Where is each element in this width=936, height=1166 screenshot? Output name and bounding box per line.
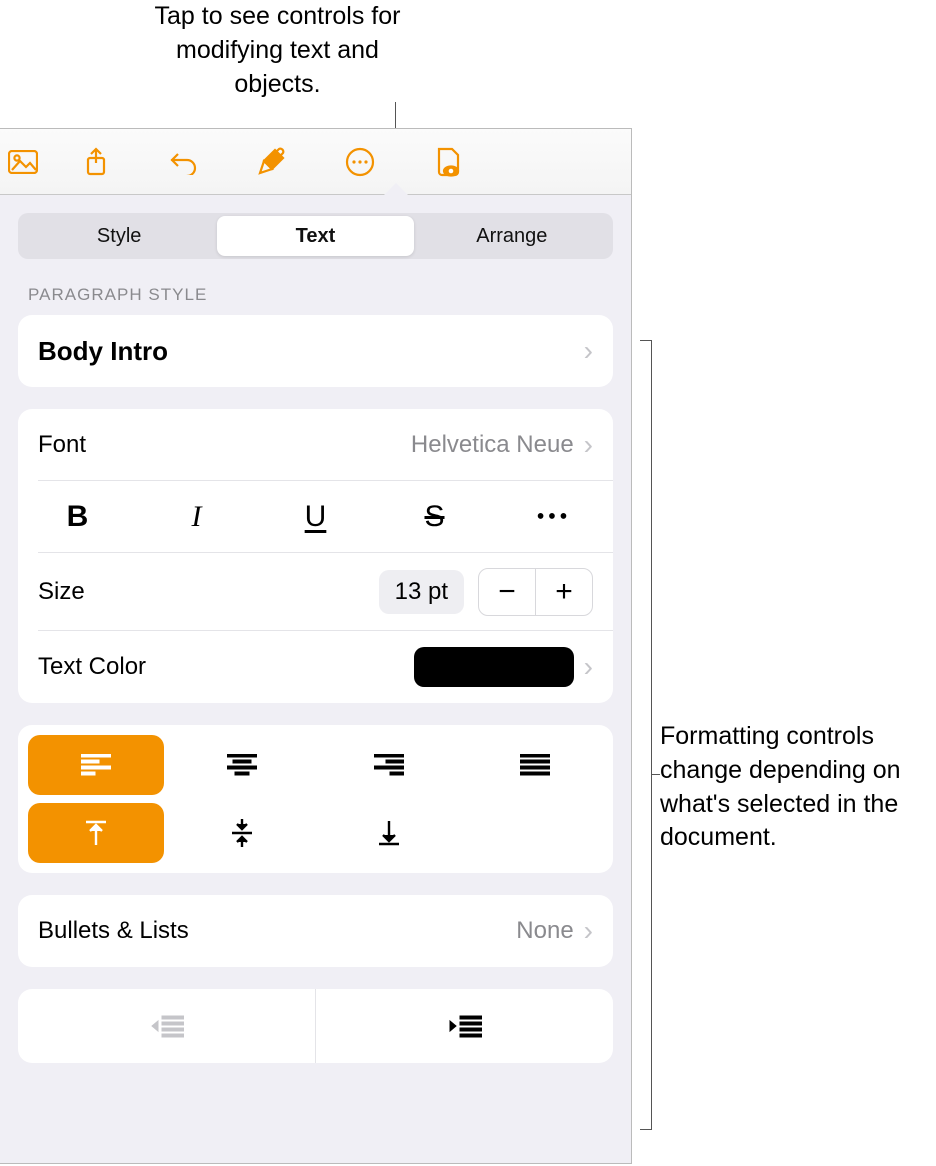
- paragraph-style-section-label: PARAGRAPH STYLE: [28, 285, 609, 305]
- paragraph-style-card: Body Intro ›: [18, 315, 613, 387]
- font-label: Font: [38, 431, 411, 459]
- ellipsis-circle-icon: [345, 147, 375, 177]
- more-button[interactable]: [316, 129, 404, 195]
- indent-button[interactable]: [315, 989, 613, 1063]
- more-formatting-button[interactable]: •••: [494, 481, 613, 553]
- tab-style[interactable]: Style: [21, 216, 217, 256]
- text-color-swatch: [414, 647, 574, 687]
- align-left-icon: [81, 754, 111, 776]
- underline-button[interactable]: U: [256, 481, 375, 553]
- share-button[interactable]: [52, 129, 140, 195]
- italic-button[interactable]: I: [137, 481, 256, 553]
- bullets-row[interactable]: Bullets & Lists None ›: [18, 895, 613, 967]
- size-decrease-button[interactable]: −: [479, 569, 535, 615]
- undo-button[interactable]: [140, 129, 228, 195]
- paintbrush-icon: [257, 147, 287, 177]
- chevron-right-icon: ›: [584, 651, 593, 683]
- chevron-right-icon: ›: [584, 429, 593, 461]
- view-button[interactable]: [404, 129, 492, 195]
- paragraph-style-row[interactable]: Body Intro ›: [18, 315, 613, 387]
- bold-button[interactable]: B: [18, 481, 137, 553]
- size-increase-button[interactable]: +: [536, 569, 592, 615]
- v-align-row: [28, 803, 603, 863]
- strikethrough-button[interactable]: S: [375, 481, 494, 553]
- align-left-button[interactable]: [28, 735, 164, 795]
- callout-leader: [395, 102, 396, 128]
- size-row: Size 13 pt − +: [18, 553, 613, 631]
- share-icon: [84, 147, 108, 177]
- tab-segment: Style Text Arrange: [18, 213, 613, 259]
- alignment-card: [18, 725, 613, 873]
- bullets-value: None: [516, 917, 573, 945]
- toolbar: [0, 129, 631, 195]
- valign-middle-icon: [230, 818, 254, 848]
- size-value[interactable]: 13 pt: [379, 570, 464, 614]
- callout-right: Formatting controls change depending on …: [660, 720, 930, 855]
- document-view-icon: [434, 147, 462, 177]
- align-justify-icon: [520, 754, 550, 776]
- align-justify-button[interactable]: [467, 735, 603, 795]
- indent-card: [18, 989, 613, 1063]
- valign-bottom-icon: [377, 819, 401, 847]
- outdent-icon: [150, 1014, 184, 1038]
- callout-bracket: [640, 340, 652, 1130]
- valign-middle-button[interactable]: [174, 803, 310, 863]
- align-center-button[interactable]: [174, 735, 310, 795]
- callout-bracket-tick: [652, 774, 660, 775]
- undo-icon: [169, 149, 199, 175]
- photo-icon: [8, 150, 38, 174]
- paragraph-style-name: Body Intro: [38, 336, 584, 367]
- format-button[interactable]: [228, 129, 316, 195]
- font-row[interactable]: Font Helvetica Neue ›: [18, 409, 613, 481]
- text-format-bar: B I U S •••: [18, 481, 613, 553]
- valign-top-icon: [84, 819, 108, 847]
- size-stepper: − +: [478, 568, 593, 616]
- app-frame: Style Text Arrange PARAGRAPH STYLE Body …: [0, 128, 632, 1164]
- align-center-icon: [227, 754, 257, 776]
- valign-top-button[interactable]: [28, 803, 164, 863]
- bullets-label: Bullets & Lists: [38, 917, 516, 945]
- outdent-button[interactable]: [18, 989, 315, 1063]
- text-color-row[interactable]: Text Color ›: [18, 631, 613, 703]
- valign-bottom-button[interactable]: [321, 803, 457, 863]
- indent-icon: [448, 1014, 482, 1038]
- tab-arrange[interactable]: Arrange: [414, 216, 610, 256]
- font-value: Helvetica Neue: [411, 431, 574, 459]
- size-label: Size: [38, 578, 379, 606]
- h-align-row: [28, 735, 603, 795]
- format-popover: Style Text Arrange PARAGRAPH STYLE Body …: [0, 195, 631, 1163]
- text-color-label: Text Color: [38, 653, 414, 681]
- align-right-button[interactable]: [321, 735, 457, 795]
- insert-button[interactable]: [8, 129, 52, 195]
- chevron-right-icon: ›: [584, 335, 593, 367]
- tab-text[interactable]: Text: [217, 216, 413, 256]
- align-right-icon: [374, 754, 404, 776]
- font-card: Font Helvetica Neue › B I U S ••• Size 1…: [18, 409, 613, 703]
- bullets-card: Bullets & Lists None ›: [18, 895, 613, 967]
- callout-top: Tap to see controls for modifying text a…: [140, 0, 415, 101]
- chevron-right-icon: ›: [584, 915, 593, 947]
